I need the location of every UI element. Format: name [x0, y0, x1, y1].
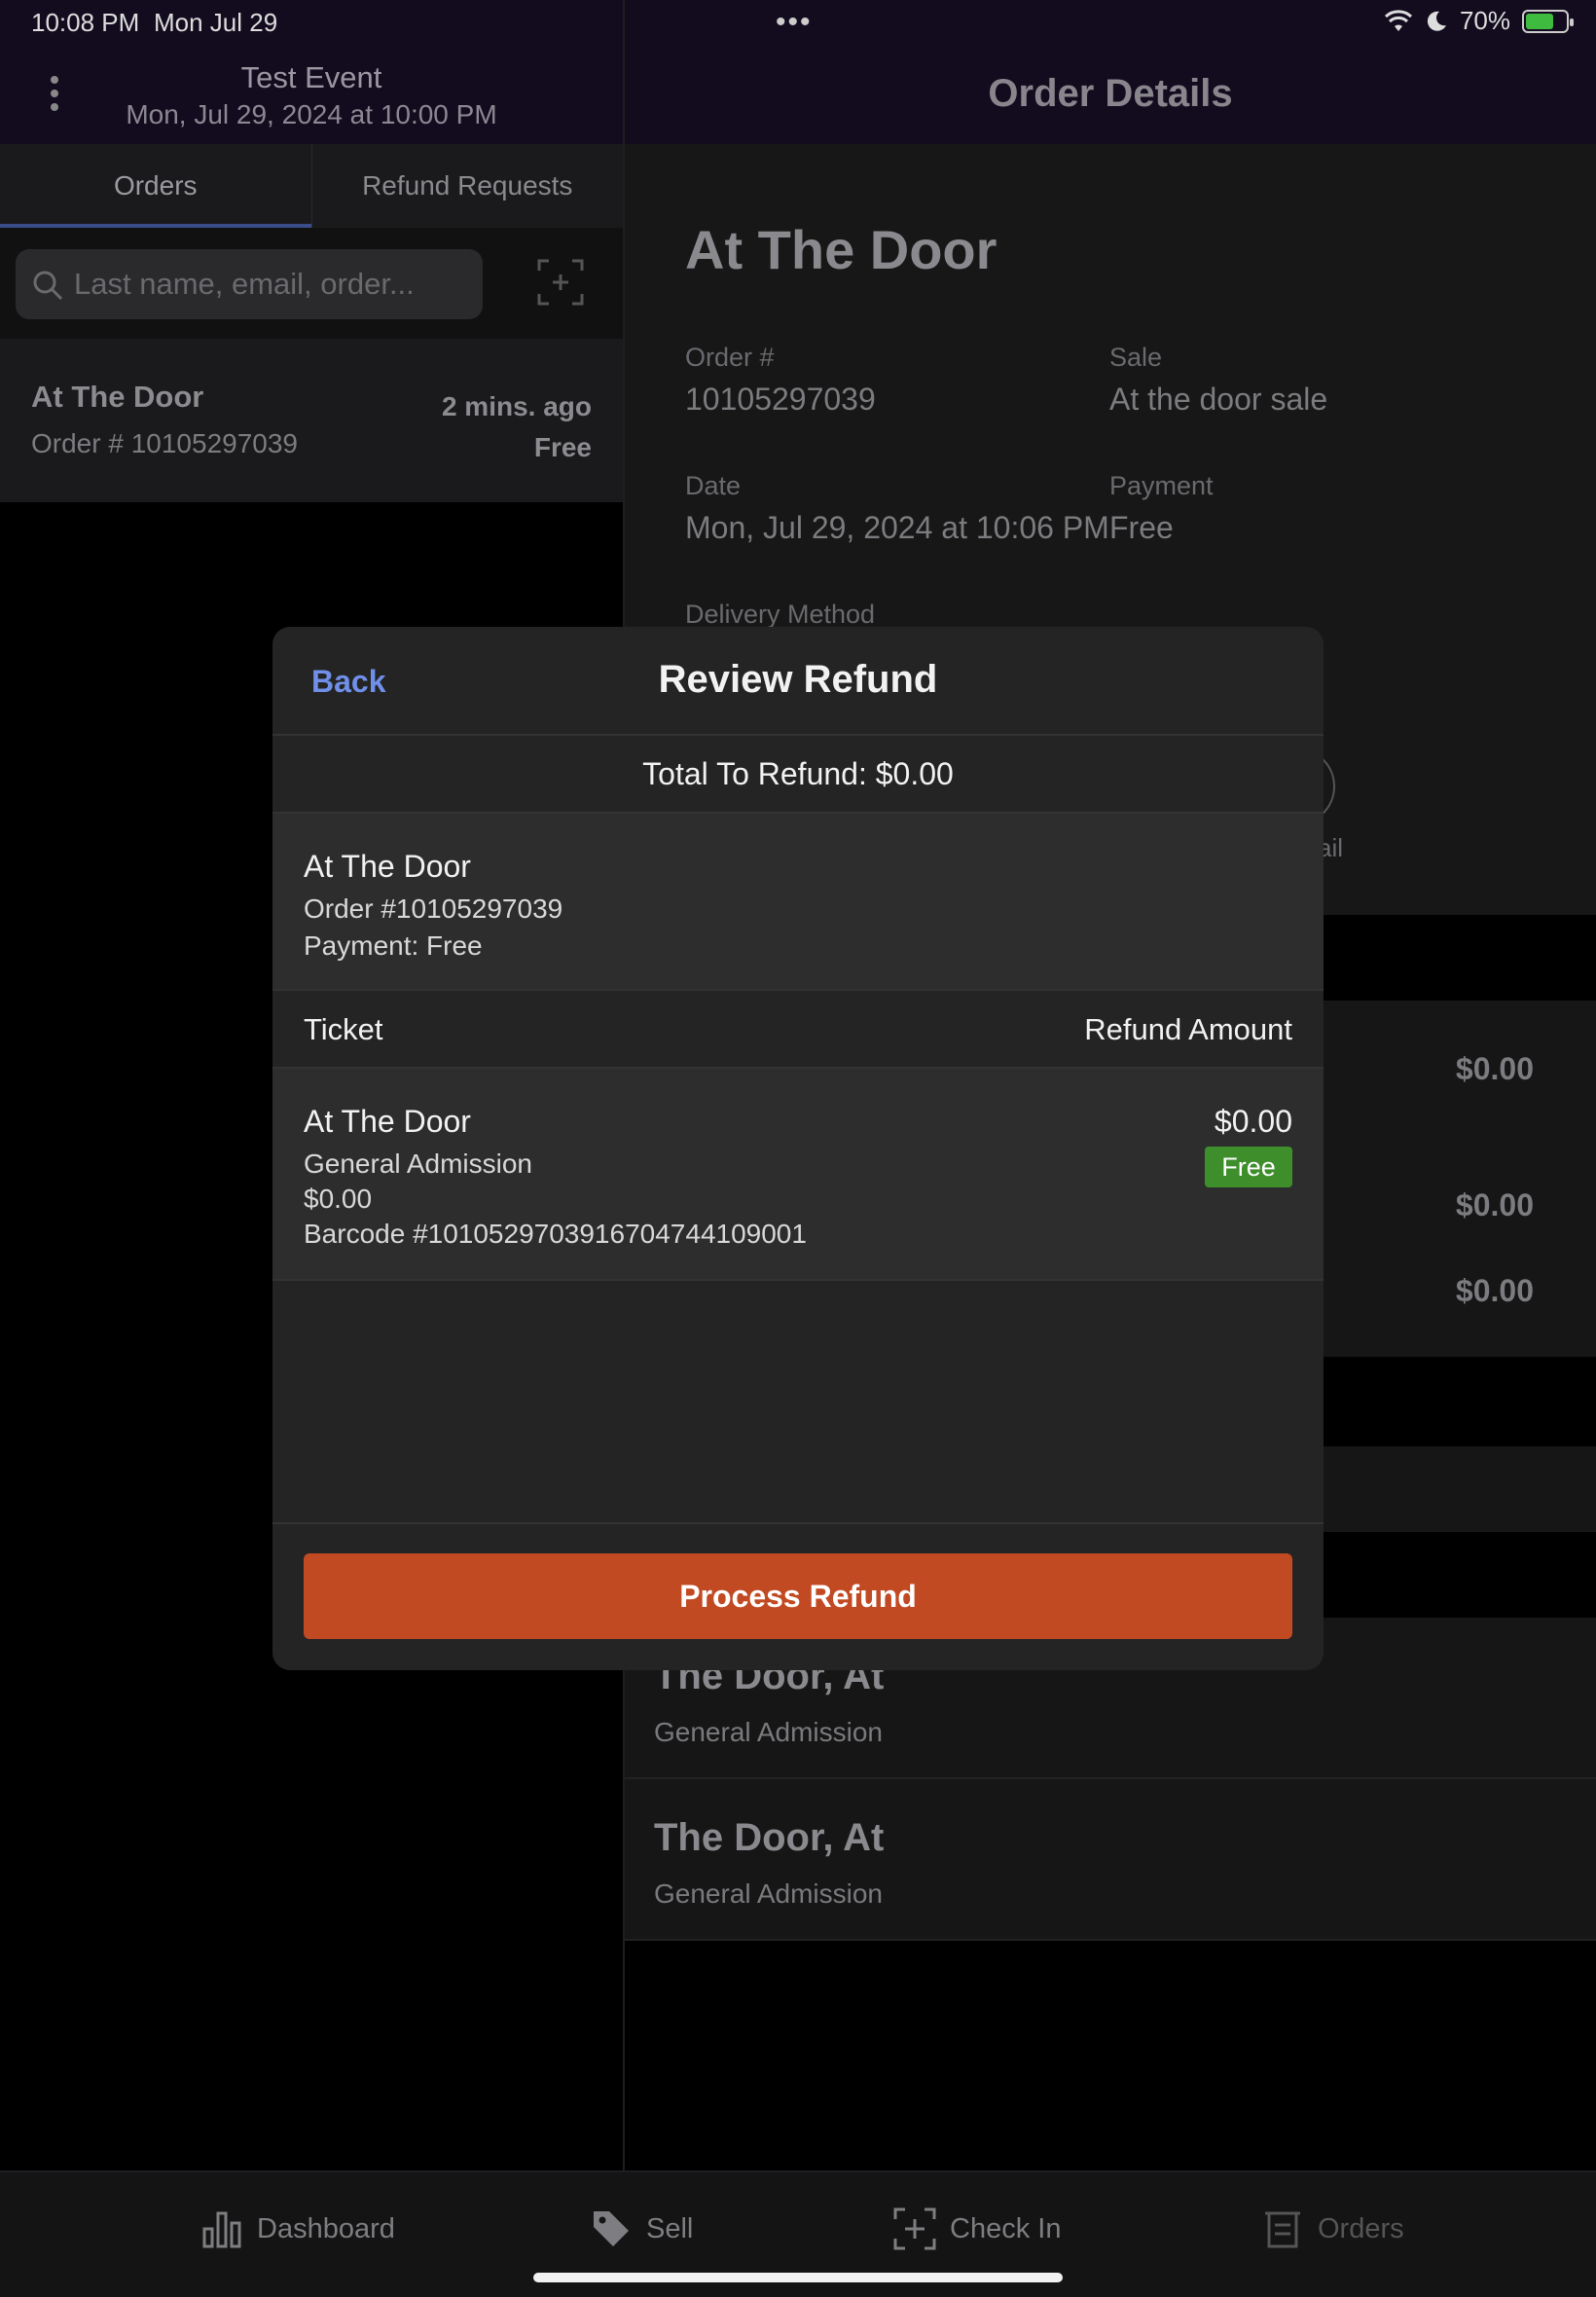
detail-title: At The Door [685, 219, 998, 280]
barcode-scan-icon[interactable] [537, 259, 584, 306]
orders-icon [1265, 2211, 1300, 2248]
tab-dashboard-label: Dashboard [257, 2212, 395, 2244]
tab-orders[interactable]: Orders [0, 144, 311, 228]
tab-check-in[interactable]: Check In [893, 2202, 1061, 2256]
tab-check-in-label: Check In [950, 2212, 1062, 2244]
sale-value: At the door sale [1109, 382, 1328, 417]
refund-order-number: Order #10105297039 [304, 893, 563, 924]
ticket-refund-amount: $0.00 [1214, 1104, 1292, 1139]
amount-value: $0.00 [1455, 1051, 1534, 1086]
moon-icon [1427, 11, 1446, 31]
orders-tabs: Orders Refund Requests [0, 144, 623, 228]
amount-value: $0.00 [1455, 1187, 1534, 1222]
status-bar: 10:08 PM Mon Jul 29 ••• 70% [0, 0, 1596, 47]
attendee-row[interactable]: The Door, At General Admission [625, 1779, 1596, 1941]
tab-orders-label: Orders [1318, 2212, 1404, 2244]
ticket-title: At The Door [304, 1104, 471, 1139]
tab-orders-nav[interactable]: Orders [1261, 2202, 1404, 2256]
bar-chart-icon [202, 2211, 241, 2248]
status-date: Mon Jul 29 [154, 8, 278, 37]
order-number-value: 10105297039 [685, 382, 876, 417]
attendee-name: The Door, At [654, 1816, 885, 1859]
sale-label: Sale [1109, 343, 1163, 372]
wifi-icon [1384, 9, 1412, 31]
column-ticket: Ticket [304, 1012, 383, 1046]
event-header: Test Event Mon, Jul 29, 2024 at 10:00 PM [0, 47, 623, 144]
modal-footer: Process Refund [272, 1522, 1324, 1670]
order-number-label: Order # [685, 343, 775, 372]
review-refund-modal: Back Review Refund Total To Refund: $0.0… [272, 627, 1324, 1670]
tab-sell[interactable]: Sell [590, 2202, 693, 2256]
status-indicators: 70% [1384, 6, 1574, 36]
modal-title: Review Refund [658, 658, 938, 701]
total-to-refund: Total To Refund: $0.00 [272, 736, 1324, 814]
tab-sell-label: Sell [646, 2212, 694, 2244]
order-item-price: Free [533, 432, 592, 462]
modal-header: Back Review Refund [272, 627, 1324, 736]
order-item-title: At The Door [31, 380, 204, 414]
delivery-method-label: Delivery Method [685, 600, 876, 629]
process-refund-button[interactable]: Process Refund [304, 1553, 1292, 1639]
payment-value: Free [1109, 510, 1174, 545]
search-input[interactable]: Last name, email, order... [16, 249, 483, 319]
refund-order-title: At The Door [304, 849, 471, 884]
free-badge: Free [1205, 1147, 1292, 1187]
ticket-type: General Admission [304, 1148, 533, 1179]
status-time: 10:08 PM [31, 8, 140, 37]
attendee-ticket-type: General Admission [654, 1878, 884, 1909]
refund-order-summary: At The Door Order #10105297039 Payment: … [272, 814, 1324, 989]
battery-percent: 70% [1459, 6, 1510, 35]
amount-value: $0.00 [1455, 1273, 1534, 1308]
attendee-ticket-type: General Admission [654, 1717, 884, 1747]
search-icon [33, 271, 63, 301]
tab-refund-requests[interactable]: Refund Requests [310, 144, 624, 228]
event-title: Test Event [240, 60, 382, 94]
refund-ticket-row: At The Door General Admission $0.00 Barc… [272, 1069, 1324, 1281]
ticket-barcode: Barcode #101052970391670474410900​1 [304, 1219, 807, 1249]
date-label: Date [685, 471, 742, 500]
tag-icon [594, 2211, 629, 2246]
order-details-header: Order Details [625, 47, 1596, 144]
refund-table-header: Ticket Refund Amount [272, 989, 1324, 1069]
page-title: Order Details [988, 72, 1233, 115]
column-refund-amount: Refund Amount [1084, 1012, 1292, 1046]
scan-icon [893, 2207, 936, 2250]
order-list-item[interactable]: At The Door Order # 10105297039 2 mins. … [0, 339, 623, 502]
search-placeholder: Last name, email, order... [74, 267, 415, 301]
search-area: Last name, email, order... [0, 228, 623, 339]
home-indicator[interactable] [533, 2273, 1063, 2282]
order-item-number: Order # 10105297039 [31, 428, 298, 458]
date-value: Mon, Jul 29, 2024 at 10:06 PM [685, 510, 1109, 545]
multitasking-dots-icon[interactable]: ••• [776, 6, 813, 39]
order-item-time: 2 mins. ago [441, 391, 592, 421]
battery-icon [1522, 9, 1574, 33]
event-date: Mon, Jul 29, 2024 at 10:00 PM [126, 99, 497, 129]
payment-label: Payment [1109, 471, 1214, 500]
ticket-price: $0.00 [304, 1184, 373, 1214]
refund-payment: Payment: Free [304, 930, 483, 961]
tab-dashboard[interactable]: Dashboard [200, 2202, 395, 2256]
